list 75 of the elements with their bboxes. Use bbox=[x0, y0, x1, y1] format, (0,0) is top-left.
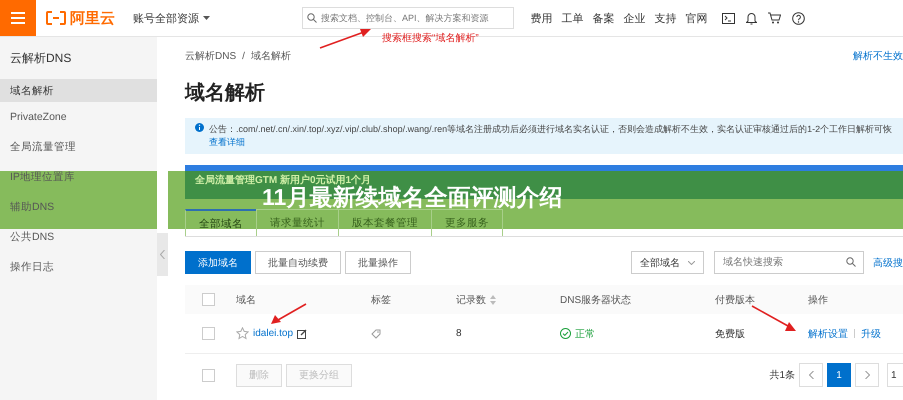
caret-icon bbox=[203, 16, 210, 20]
footer-checkbox[interactable] bbox=[202, 368, 215, 382]
nav-link[interactable]: 备案 bbox=[588, 10, 619, 26]
overlay-title: 11月最新续域名全面评测介绍 bbox=[262, 186, 562, 208]
sidebar-title: 云解析DNS bbox=[9, 50, 72, 66]
filter-dropdown[interactable]: 全部域名 bbox=[631, 251, 704, 274]
column-header: 标签 bbox=[371, 294, 392, 306]
annotation-arrow bbox=[271, 303, 306, 324]
check-circle-icon bbox=[560, 328, 571, 339]
advanced-search-link[interactable]: 高级搜 bbox=[873, 256, 903, 270]
breadcrumb-item[interactable]: 域名解析 bbox=[250, 49, 291, 63]
annotation-text: 搜索框搜索“域名解析” bbox=[382, 32, 479, 45]
account-menu[interactable]: 账号全部资源 bbox=[133, 10, 210, 26]
column-header: 记录数 bbox=[456, 294, 486, 306]
previous-page-button[interactable] bbox=[799, 363, 823, 387]
search-icon bbox=[307, 13, 317, 23]
select-all-checkbox[interactable] bbox=[202, 293, 215, 306]
total-count: 共1条 bbox=[769, 368, 795, 382]
sidebar-item[interactable]: 域名解析 bbox=[0, 79, 157, 102]
annotation-arrow bbox=[752, 305, 796, 331]
toolbar-button[interactable]: 批量自动续费 bbox=[255, 251, 341, 274]
menu-button[interactable] bbox=[0, 0, 36, 36]
action-link[interactable]: 升级 bbox=[861, 326, 881, 340]
menu-icon bbox=[11, 12, 25, 24]
notice-link[interactable]: 查看详细 bbox=[209, 136, 892, 149]
terminal-icon[interactable] bbox=[722, 12, 735, 24]
breadcrumb-item[interactable]: 云解析DNS bbox=[185, 49, 236, 63]
add-domain-button[interactable]: 添加域名 bbox=[185, 251, 251, 274]
plan-text: 免费版 bbox=[715, 328, 746, 340]
toolbar-button[interactable]: 批量操作 bbox=[345, 251, 411, 274]
domain-link[interactable]: idalei.top bbox=[253, 328, 294, 339]
annotation-arrow bbox=[320, 29, 371, 49]
search-icon[interactable] bbox=[846, 257, 856, 267]
tag-icon[interactable] bbox=[371, 328, 381, 338]
column-header: 域名 bbox=[236, 294, 257, 306]
tab[interactable]: 全部域名 bbox=[185, 209, 257, 236]
column-header: DNS服务器状态 bbox=[560, 294, 632, 306]
page-title: 域名解析 bbox=[185, 80, 266, 106]
cart-icon[interactable] bbox=[768, 12, 781, 24]
help-link[interactable]: 解析不生效 bbox=[853, 49, 903, 63]
sort-icon[interactable] bbox=[490, 294, 496, 304]
domain-search-field[interactable]: 域名快速搜索 bbox=[714, 251, 864, 274]
page-button[interactable]: 1 bbox=[827, 363, 851, 387]
search-field[interactable]: 搜索文档、控制台、API、解决方案和资源 bbox=[302, 7, 514, 29]
chevron-down-icon bbox=[688, 260, 695, 264]
logo-icon bbox=[46, 11, 66, 25]
nav-link[interactable]: 企业 bbox=[619, 10, 650, 26]
logo-text: 阿里云 bbox=[70, 8, 115, 28]
page-size-select[interactable]: 1 bbox=[887, 363, 903, 387]
column-header: 付费版本 bbox=[715, 294, 756, 306]
row-checkbox[interactable] bbox=[202, 327, 215, 340]
edit-icon[interactable] bbox=[297, 328, 308, 338]
notice-text: 公告：.com/.net/.cn/.xin/.top/.xyz/.vip/.club/.shop/.wang/.ren等域名注册成功后必须进行域名实名认证，否则会造成解析不生效，实名认证审核通过后的1-2个工作日解析可恢 bbox=[209, 123, 892, 136]
dns-status: 正常 bbox=[575, 328, 595, 340]
nav-link[interactable]: 工单 bbox=[557, 10, 588, 26]
nav-link[interactable]: 支持 bbox=[650, 10, 681, 26]
chevron-left-icon bbox=[808, 371, 814, 379]
sidebar-item[interactable]: 全局流量管理 bbox=[0, 132, 157, 162]
chevron-left-icon bbox=[160, 250, 165, 259]
record-count: 8 bbox=[456, 328, 463, 339]
collapse-handle[interactable] bbox=[157, 233, 168, 276]
action-link[interactable]: 解析设置 bbox=[808, 326, 848, 340]
bell-icon[interactable] bbox=[746, 12, 757, 24]
next-page-button[interactable] bbox=[855, 363, 879, 387]
nav-link[interactable]: 费用 bbox=[526, 10, 557, 26]
breadcrumb-separator: / bbox=[242, 50, 245, 62]
column-header: 操作 bbox=[808, 294, 829, 306]
chevron-right-icon bbox=[864, 371, 870, 379]
star-icon[interactable] bbox=[236, 327, 249, 340]
sidebar-item[interactable]: 操作日志 bbox=[0, 252, 157, 282]
info-icon bbox=[195, 123, 204, 132]
help-icon[interactable] bbox=[792, 12, 805, 24]
sidebar-item[interactable]: 公共DNS bbox=[0, 222, 157, 252]
sidebar-item[interactable]: PrivateZone bbox=[0, 102, 157, 132]
nav-link[interactable]: 官网 bbox=[681, 10, 712, 26]
